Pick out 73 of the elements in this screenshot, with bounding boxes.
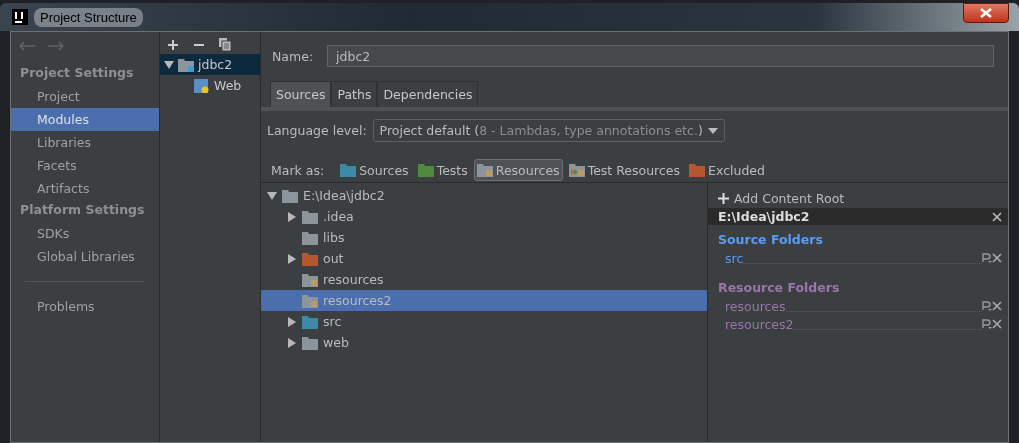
folder-path: resources2 [725, 316, 794, 332]
module-tree-item[interactable]: Web [160, 75, 260, 96]
close-button[interactable] [963, 3, 1009, 23]
sidebar-item[interactable]: Facets [11, 154, 159, 177]
expand-arrow-icon[interactable] [287, 211, 297, 222]
folder-icon [302, 335, 318, 350]
mark-as-test-button[interactable]: Tests [414, 159, 471, 181]
folder-path: src [725, 250, 744, 266]
web-facet-icon [194, 78, 210, 93]
name-label: Name: [272, 48, 314, 64]
content-root-path: E:\Idea\jdbc2 [718, 209, 810, 224]
module-folder-icon [178, 57, 194, 72]
file-tree-item[interactable]: E:\Idea\jdbc2 [261, 185, 707, 206]
folder-icon [302, 251, 318, 266]
file-tree-item[interactable]: .idea [261, 206, 707, 227]
add-content-root-link[interactable]: Add Content Root [708, 188, 1008, 208]
mark-as-label: Mark as: [271, 162, 325, 178]
folder-icon [340, 163, 357, 177]
window-title: Project Structure [34, 7, 143, 27]
language-level-dropdown[interactable]: Project default (8 - Lambdas, type annotations etc.) [372, 119, 725, 142]
file-tree-item[interactable]: src [261, 311, 707, 332]
sidebar-item[interactable]: Artifacts [11, 177, 159, 200]
folder-icon [302, 314, 318, 329]
expand-arrow-icon[interactable] [287, 316, 297, 327]
sidebar-item[interactable]: Global Libraries [11, 245, 159, 268]
add-icon[interactable] [167, 38, 179, 51]
folder-group-heading: Source Folders [717, 231, 824, 249]
app-logo-icon [12, 9, 28, 25]
add-icon [718, 192, 729, 204]
copy-icon[interactable] [219, 38, 231, 51]
sidebar-item[interactable]: Problems [11, 295, 159, 318]
section-heading: Project Settings [19, 64, 135, 82]
mark-as-resource-button[interactable]: Resources [473, 159, 563, 181]
folder-icon [417, 163, 434, 177]
tab[interactable]: Sources [270, 81, 332, 107]
close-icon[interactable] [992, 211, 1002, 222]
folder-icon [568, 163, 585, 177]
sidebar-item[interactable]: Project [11, 85, 159, 108]
file-tree-item[interactable]: out [261, 248, 707, 269]
collapse-arrow-icon[interactable] [164, 59, 174, 70]
package-prefix-icon[interactable] [982, 319, 992, 329]
folder-path: resources [725, 298, 786, 314]
folder-icon [302, 230, 318, 245]
mark-as-excluded-button[interactable]: Excluded [686, 159, 768, 181]
language-level-label: Language level: [267, 123, 367, 138]
folder-icon [302, 293, 318, 308]
remove-icon[interactable] [992, 319, 1002, 329]
folder-icon [689, 163, 706, 177]
folder-group-heading: Resource Folders [717, 279, 841, 297]
sidebar-item[interactable]: Modules [11, 108, 159, 131]
mark-as-test-resource-button[interactable]: Test Resources [565, 159, 684, 181]
collapse-arrow-icon[interactable] [267, 190, 277, 201]
mark-as-source-button[interactable]: Sources [337, 159, 412, 181]
expand-arrow-icon[interactable] [287, 337, 297, 348]
section-heading: Platform Settings [19, 201, 146, 219]
caret-icon [707, 127, 718, 134]
close-icon [979, 8, 993, 18]
file-tree-item[interactable]: resources [261, 269, 707, 290]
package-prefix-icon[interactable] [982, 253, 992, 263]
expand-arrow-icon[interactable] [287, 253, 297, 264]
file-tree-item[interactable]: libs [261, 227, 707, 248]
sidebar-item[interactable]: SDKs [11, 222, 159, 245]
folder-icon [302, 272, 318, 287]
remove-icon[interactable] [992, 253, 1002, 263]
folder-icon [302, 209, 318, 224]
folder-icon [476, 163, 493, 177]
name-field[interactable]: jdbc2 [327, 45, 994, 67]
folder-icon [282, 188, 298, 203]
package-prefix-icon[interactable] [982, 301, 992, 311]
file-tree-item[interactable]: web [261, 332, 707, 353]
sidebar-item[interactable]: Libraries [11, 131, 159, 154]
module-tree-item[interactable]: jdbc2 [160, 54, 260, 75]
remove-icon[interactable] [992, 301, 1002, 311]
